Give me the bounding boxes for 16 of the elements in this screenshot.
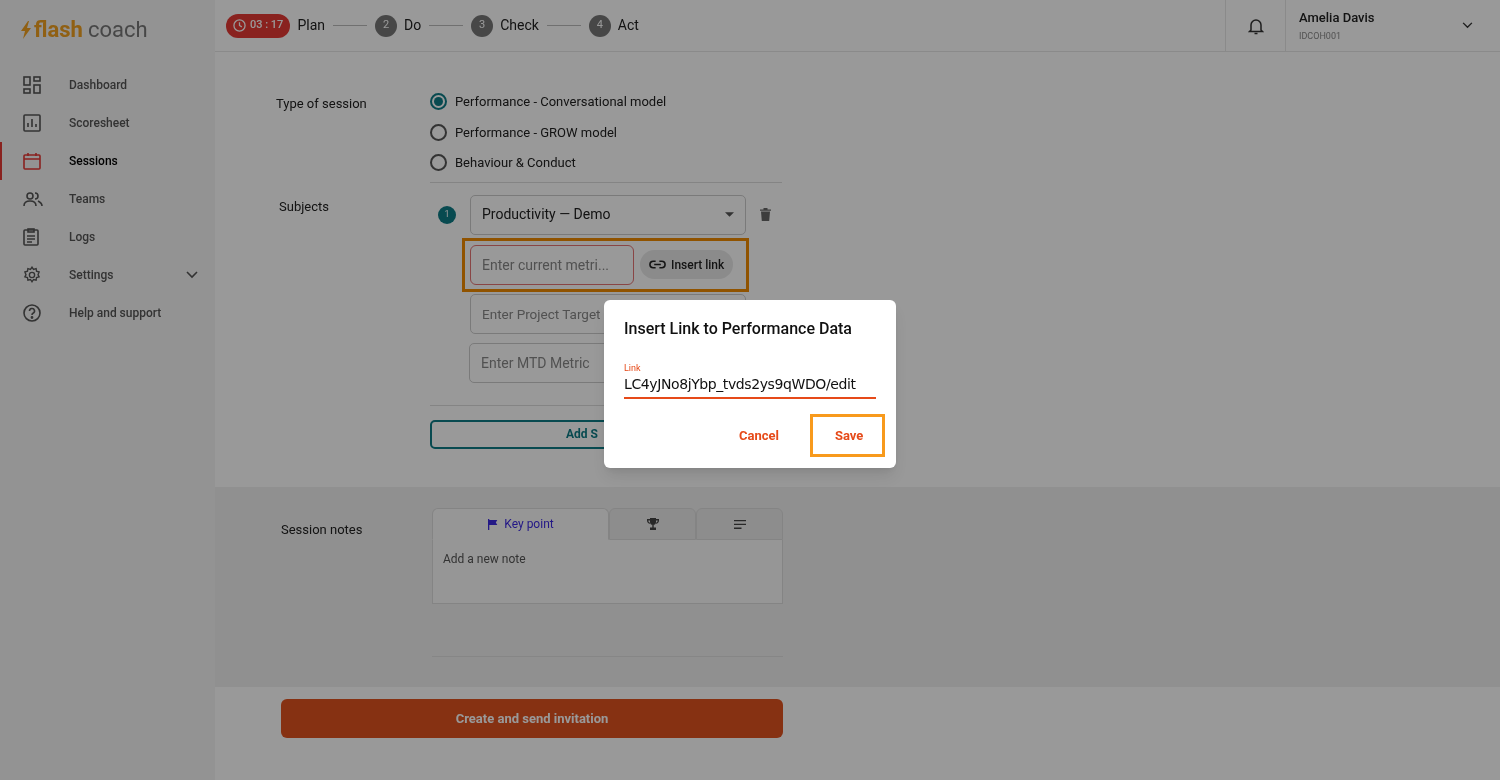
logo-text: flash (34, 19, 83, 41)
step-number: 4 (588, 14, 611, 37)
radio-label: Behaviour & Conduct (455, 154, 576, 172)
user-id: IDCOH001 (1299, 29, 1342, 43)
logo-text: coach (87, 19, 148, 41)
radio-label: Performance - Conversational model (455, 93, 667, 111)
user-name: Amelia Davis (1299, 9, 1376, 27)
field-label: Session notes (281, 521, 364, 539)
dialog-title: Insert Link to Performance Data (624, 318, 853, 340)
field-label: Subjects (278, 197, 330, 216)
step-number: 2 (375, 14, 397, 37)
subject-number: 1 (438, 205, 456, 224)
step-number: 3 (471, 14, 494, 37)
field-label: Type of session (276, 95, 368, 113)
radio-label: Performance - GROW model (455, 123, 617, 142)
timer-text: 03 : 17 (250, 17, 284, 34)
